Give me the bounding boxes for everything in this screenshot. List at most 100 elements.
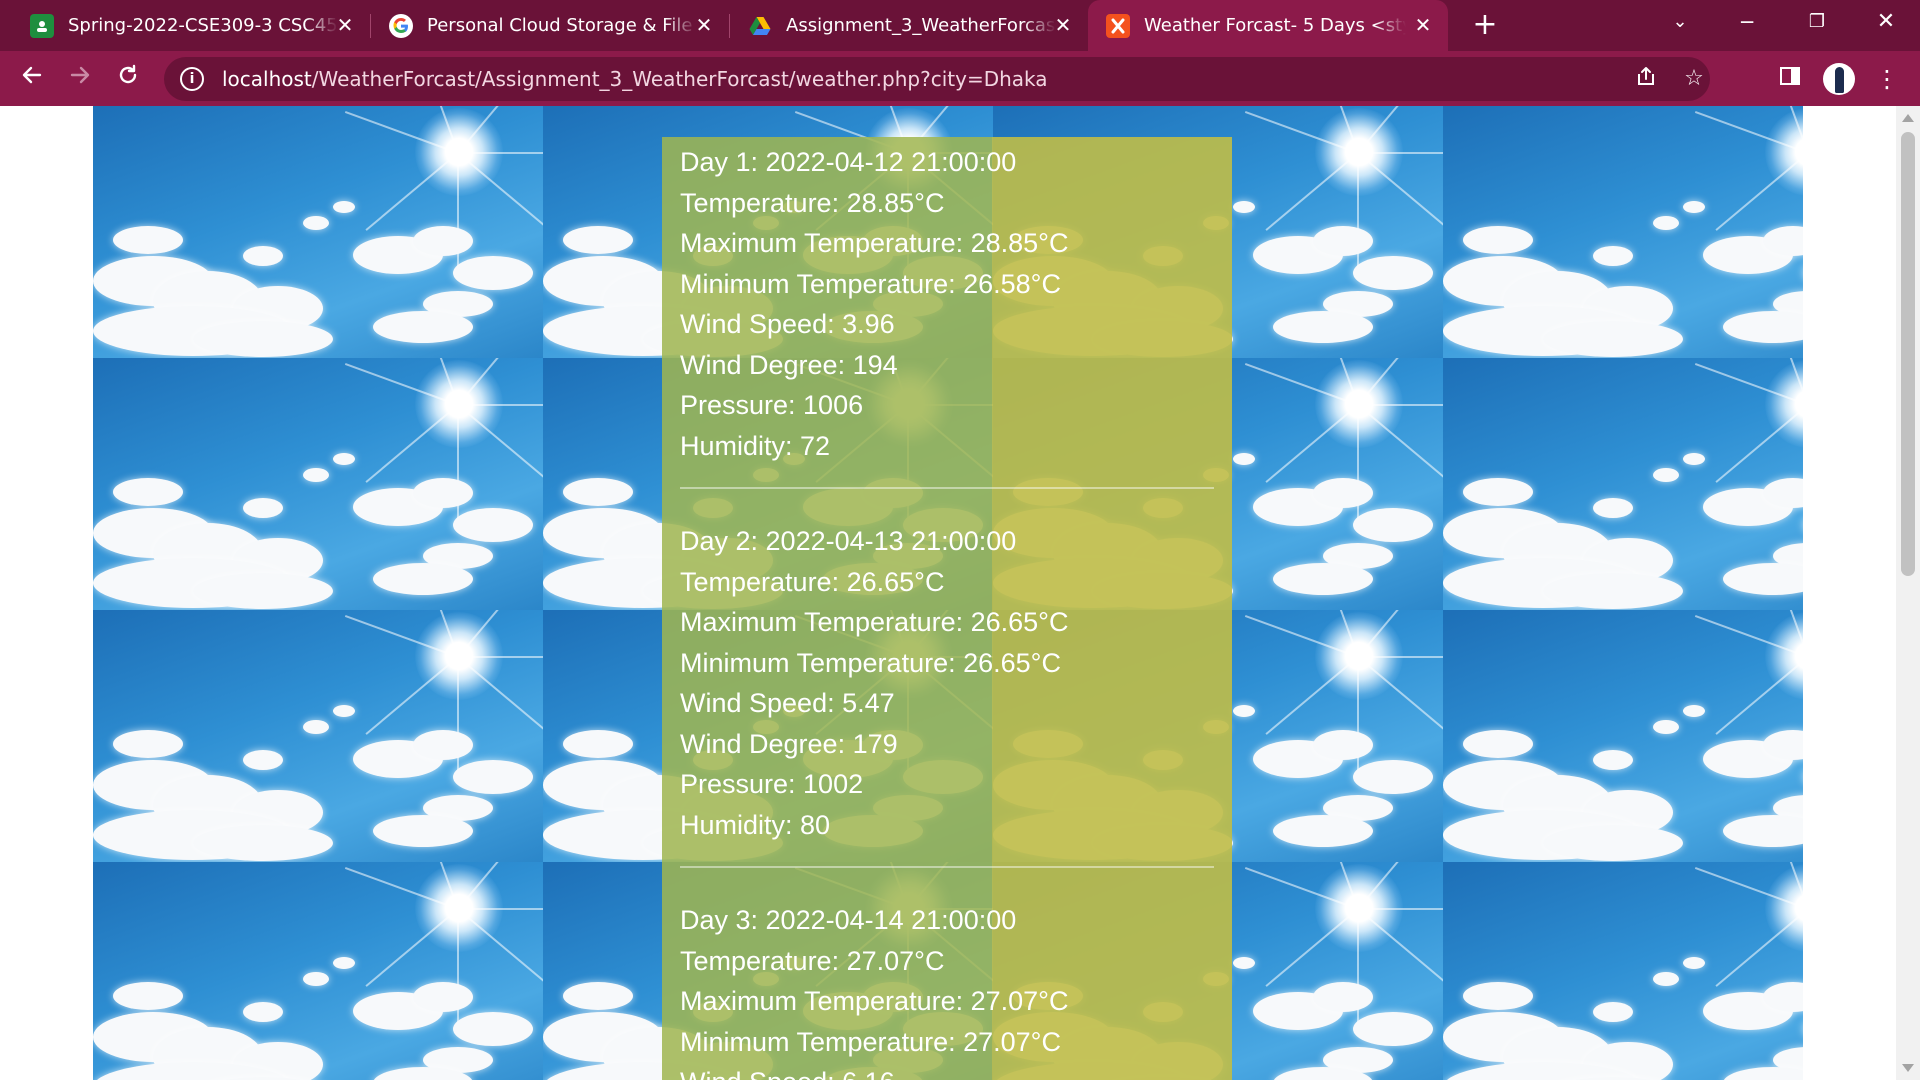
forward-arrow-icon (70, 66, 90, 84)
sun-ray (1357, 657, 1359, 777)
cloud-image (193, 825, 333, 861)
cloud-image (413, 478, 473, 508)
cloud-image (1723, 563, 1803, 595)
cloud-image (1723, 311, 1803, 343)
cloud-image (1233, 957, 1255, 969)
cloud-image (303, 720, 329, 734)
cloud-image (193, 573, 333, 609)
cloud-image (1593, 750, 1633, 770)
sun-ray (457, 153, 459, 273)
page-viewport: Day 1: 2022-04-12 21:00:00 Temperature: … (0, 106, 1896, 1080)
cloud-image (1543, 573, 1683, 609)
cloud-image (193, 321, 333, 357)
menu-kebab-icon[interactable]: ⋮ (1871, 63, 1903, 95)
browser-toolbar: i localhost/WeatherForcast/Assignment_3_… (0, 51, 1920, 106)
cloud-image (413, 226, 473, 256)
wind-speed: Wind Speed: 3.96 (680, 309, 895, 339)
sky-tile (93, 610, 543, 862)
cloud-image (303, 468, 329, 482)
tab-personal-cloud[interactable]: Personal Cloud Storage & File Sh ✕ (359, 0, 729, 51)
cloud-image (1463, 730, 1533, 758)
forecast-day-1: Day 1: 2022-04-12 21:00:00 Temperature: … (680, 142, 1214, 489)
close-icon[interactable]: ✕ (1412, 14, 1434, 36)
tab-weather-forecast[interactable]: Weather Forcast- 5 Days <style> ✕ (1088, 0, 1448, 51)
min-temperature: Minimum Temperature: 27.07°C (680, 1026, 1061, 1057)
close-window-button[interactable]: ✕ (1866, 4, 1906, 40)
temperature: Temperature: 27.07°C (680, 945, 945, 976)
close-icon[interactable]: ✕ (334, 14, 356, 36)
wind-speed: Wind Speed: 6.16 (680, 1062, 1214, 1080)
tab-search-button[interactable]: ⌄ (1660, 4, 1700, 40)
sun-ray (1358, 152, 1443, 154)
cloud-image (1543, 321, 1683, 357)
tab-classroom[interactable]: Spring-2022-CSE309-3 CSC455,C ✕ (0, 0, 370, 51)
reload-button[interactable] (112, 63, 144, 95)
classroom-icon (30, 13, 54, 38)
cloud-image (453, 256, 533, 290)
scroll-up-arrow-icon[interactable] (1902, 114, 1914, 122)
cloud-image (1463, 478, 1533, 506)
cloud-image (1313, 478, 1373, 508)
cloud-image (1313, 982, 1373, 1012)
cloud-image (333, 705, 355, 717)
new-tab-button[interactable]: + (1468, 9, 1502, 43)
cloud-image (453, 508, 533, 542)
close-icon[interactable]: ✕ (1052, 14, 1074, 36)
cloud-image (243, 246, 283, 266)
cloud-image (1353, 508, 1433, 542)
cloud-image (113, 982, 183, 1010)
scroll-down-arrow-icon[interactable] (1902, 1064, 1914, 1072)
address-bar[interactable]: i localhost/WeatherForcast/Assignment_3_… (164, 57, 1710, 101)
cloud-image (1593, 246, 1633, 266)
side-panel-icon[interactable] (1774, 63, 1806, 95)
temperature: Temperature: 26.65°C (680, 566, 945, 597)
min-temperature: Minimum Temperature: 26.58°C (680, 268, 1061, 299)
sun-ray (1358, 404, 1443, 406)
restore-button[interactable]: ❐ (1797, 4, 1837, 40)
sun-ray (458, 404, 543, 406)
max-temperature: Maximum Temperature: 26.65°C (680, 607, 1069, 637)
sun-ray (1357, 405, 1359, 525)
sun-ray (458, 152, 543, 154)
minimize-button[interactable]: ─ (1727, 4, 1767, 40)
forecast-day-3: Day 3: 2022-04-14 21:00:00 Temperature: … (680, 900, 1214, 1080)
cloud-image (1233, 201, 1255, 213)
cloud-image (1273, 815, 1373, 847)
wind-degree: Wind Degree: 194 (680, 349, 898, 380)
profile-avatar[interactable] (1823, 63, 1855, 95)
cloud-image (1683, 705, 1705, 717)
humidity: Humidity: 80 (680, 809, 831, 840)
cloud-image (1653, 468, 1679, 482)
tab-title: Spring-2022-CSE309-3 CSC455,C (68, 15, 338, 36)
cloud-image (1313, 730, 1373, 760)
cloud-image (243, 1002, 283, 1022)
tab-strip: Spring-2022-CSE309-3 CSC455,C ✕ Personal… (0, 0, 1920, 51)
sun-ray (457, 405, 459, 525)
day-heading: Day 3: 2022-04-14 21:00:00 (680, 905, 1017, 935)
sky-tile (93, 358, 543, 610)
scrollbar-thumb[interactable] (1901, 132, 1915, 576)
cloud-image (243, 750, 283, 770)
sky-tile (1443, 106, 1803, 358)
site-info-icon[interactable]: i (180, 67, 204, 91)
forecast-day-2: Day 2: 2022-04-13 21:00:00 Temperature: … (680, 521, 1214, 868)
back-button[interactable] (16, 63, 48, 95)
cloud-image (1593, 498, 1633, 518)
tab-assignment-drive[interactable]: Assignment_3_WeatherForcast - ( ✕ (718, 0, 1088, 51)
forward-button[interactable] (64, 63, 96, 95)
cloud-image (333, 957, 355, 969)
cloud-image (373, 815, 473, 847)
vertical-scrollbar[interactable] (1896, 106, 1920, 1080)
cloud-image (303, 216, 329, 230)
close-icon[interactable]: ✕ (693, 14, 715, 36)
sky-tile (1443, 358, 1803, 610)
cloud-image (563, 730, 633, 758)
share-icon[interactable] (1632, 65, 1660, 93)
sun-ray (458, 656, 543, 658)
cloud-image (563, 982, 633, 1010)
sun-ray (1358, 908, 1443, 910)
cloud-image (453, 1012, 533, 1046)
cloud-image (563, 226, 633, 254)
cloud-image (1723, 815, 1803, 847)
bookmark-star-icon[interactable]: ☆ (1680, 65, 1708, 93)
